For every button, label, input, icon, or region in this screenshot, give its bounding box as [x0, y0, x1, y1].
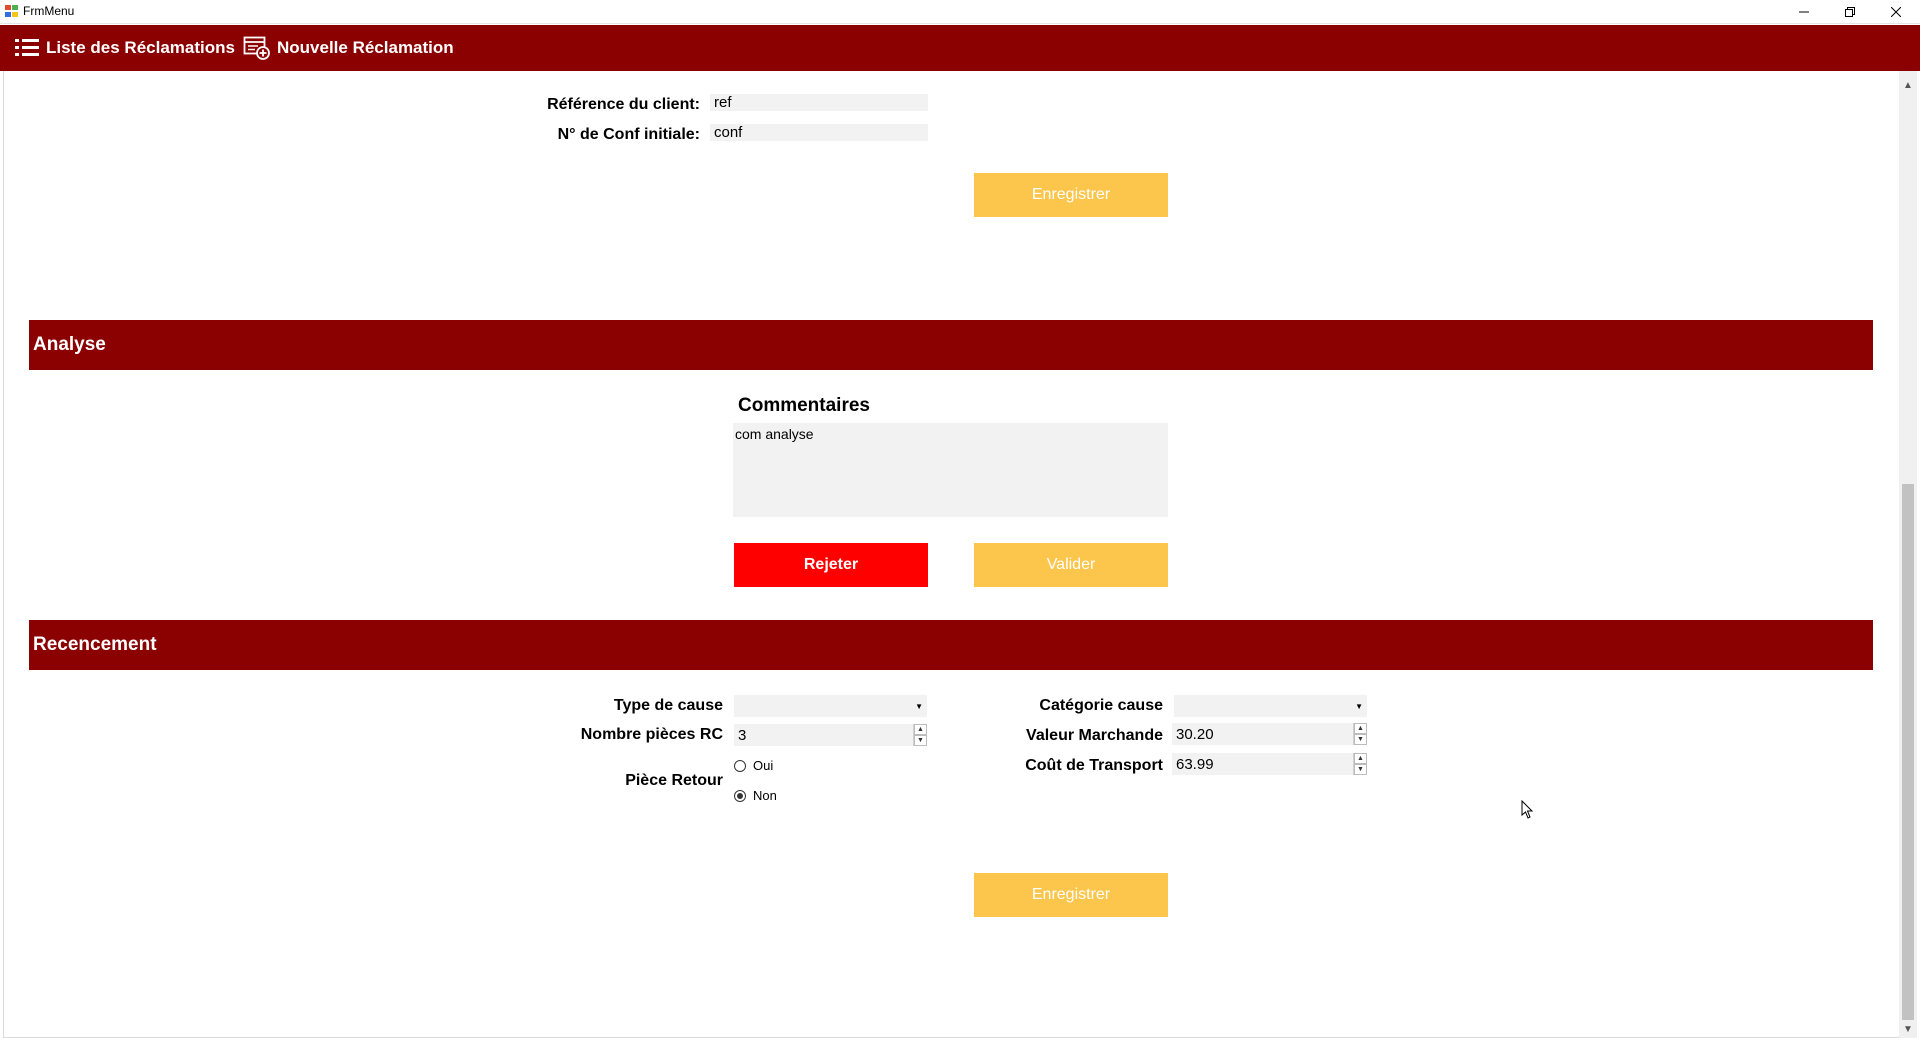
spinner-buttons[interactable]: ▲ ▼ — [913, 724, 927, 746]
comments-textarea[interactable]: com analyse — [733, 423, 1168, 517]
menu-bar: Liste des Réclamations Nouvelle Réclamat… — [0, 25, 1920, 71]
minimize-icon — [1799, 11, 1809, 13]
recencement-section-header: Recencement — [29, 620, 1873, 670]
radio-non-circle[interactable] — [734, 789, 746, 802]
valeur-marchande-value: 30.20 — [1176, 725, 1214, 743]
spin-down-icon[interactable]: ▼ — [1354, 734, 1367, 745]
cout-transport-value: 63.99 — [1176, 755, 1214, 773]
type-cause-label: Type de cause — [613, 697, 723, 714]
content-area — [3, 71, 1917, 1038]
radio-oui-circle[interactable] — [734, 759, 746, 772]
spinner-buttons[interactable]: ▲ ▼ — [1353, 723, 1367, 745]
save-client-button[interactable]: Enregistrer — [974, 173, 1168, 217]
nombre-pieces-value: 3 — [738, 726, 747, 744]
dropdown-arrow-icon: ▼ — [915, 701, 923, 711]
scroll-down-icon[interactable]: ▼ — [1899, 1020, 1917, 1038]
radio-oui[interactable]: Oui — [734, 758, 773, 773]
close-icon — [1891, 7, 1901, 17]
nombre-pieces-label: Nombre pièces RC — [580, 726, 723, 743]
type-cause-combo[interactable]: ▼ — [734, 695, 927, 717]
comments-label: Commentaires — [738, 395, 870, 416]
window-title-bar: FrmMenu — [0, 0, 1920, 24]
conf-initiale-field[interactable]: conf — [710, 124, 928, 141]
dropdown-arrow-icon: ▼ — [1355, 701, 1363, 711]
reject-button[interactable]: Rejeter — [734, 543, 928, 587]
validate-button[interactable]: Valider — [974, 543, 1168, 587]
nombre-pieces-spinner[interactable]: 3 ▲ ▼ — [734, 724, 927, 746]
list-icon — [15, 39, 39, 56]
cout-transport-label: Coût de Transport — [1025, 757, 1163, 774]
menu-liste-reclamations[interactable]: Liste des Réclamations — [14, 25, 235, 71]
new-form-icon — [243, 36, 270, 60]
spin-up-icon[interactable]: ▲ — [1354, 723, 1367, 734]
menu-nouvelle-reclamation[interactable]: Nouvelle Réclamation — [243, 25, 454, 71]
spin-up-icon[interactable]: ▲ — [1354, 753, 1367, 764]
close-button[interactable] — [1873, 0, 1919, 24]
valeur-marchande-label: Valeur Marchande — [1026, 727, 1163, 744]
minimize-button[interactable] — [1781, 0, 1827, 24]
restore-icon — [1845, 7, 1855, 17]
spinner-buttons[interactable]: ▲ ▼ — [1353, 753, 1367, 775]
client-ref-label: Référence du client: — [547, 96, 700, 113]
save-recensement-button[interactable]: Enregistrer — [974, 873, 1168, 917]
conf-initiale-label: N° de Conf initiale: — [557, 126, 700, 143]
restore-button[interactable] — [1827, 0, 1873, 24]
cout-transport-spinner[interactable]: 63.99 ▲ ▼ — [1172, 753, 1367, 775]
mouse-cursor-icon — [1521, 800, 1534, 819]
piece-retour-label: Pièce Retour — [625, 772, 723, 789]
scrollbar-thumb[interactable] — [1902, 484, 1914, 1020]
scroll-up-icon[interactable]: ▲ — [1899, 76, 1917, 94]
spin-down-icon[interactable]: ▼ — [1354, 764, 1367, 775]
analyse-section-header: Analyse — [29, 320, 1873, 370]
categorie-cause-label: Catégorie cause — [1039, 697, 1163, 714]
valeur-marchande-spinner[interactable]: 30.20 ▲ ▼ — [1172, 723, 1367, 745]
categorie-cause-combo[interactable]: ▼ — [1174, 695, 1367, 717]
client-ref-field[interactable]: ref — [710, 94, 928, 111]
window-title: FrmMenu — [23, 4, 75, 18]
spin-down-icon[interactable]: ▼ — [914, 735, 927, 746]
app-icon — [5, 5, 19, 18]
radio-oui-label: Oui — [753, 758, 774, 773]
spin-up-icon[interactable]: ▲ — [914, 724, 927, 735]
menu-liste-label: Liste des Réclamations — [46, 38, 235, 57]
radio-non-label: Non — [753, 788, 777, 803]
menu-nouvelle-label: Nouvelle Réclamation — [277, 38, 454, 57]
radio-non[interactable]: Non — [734, 788, 777, 803]
